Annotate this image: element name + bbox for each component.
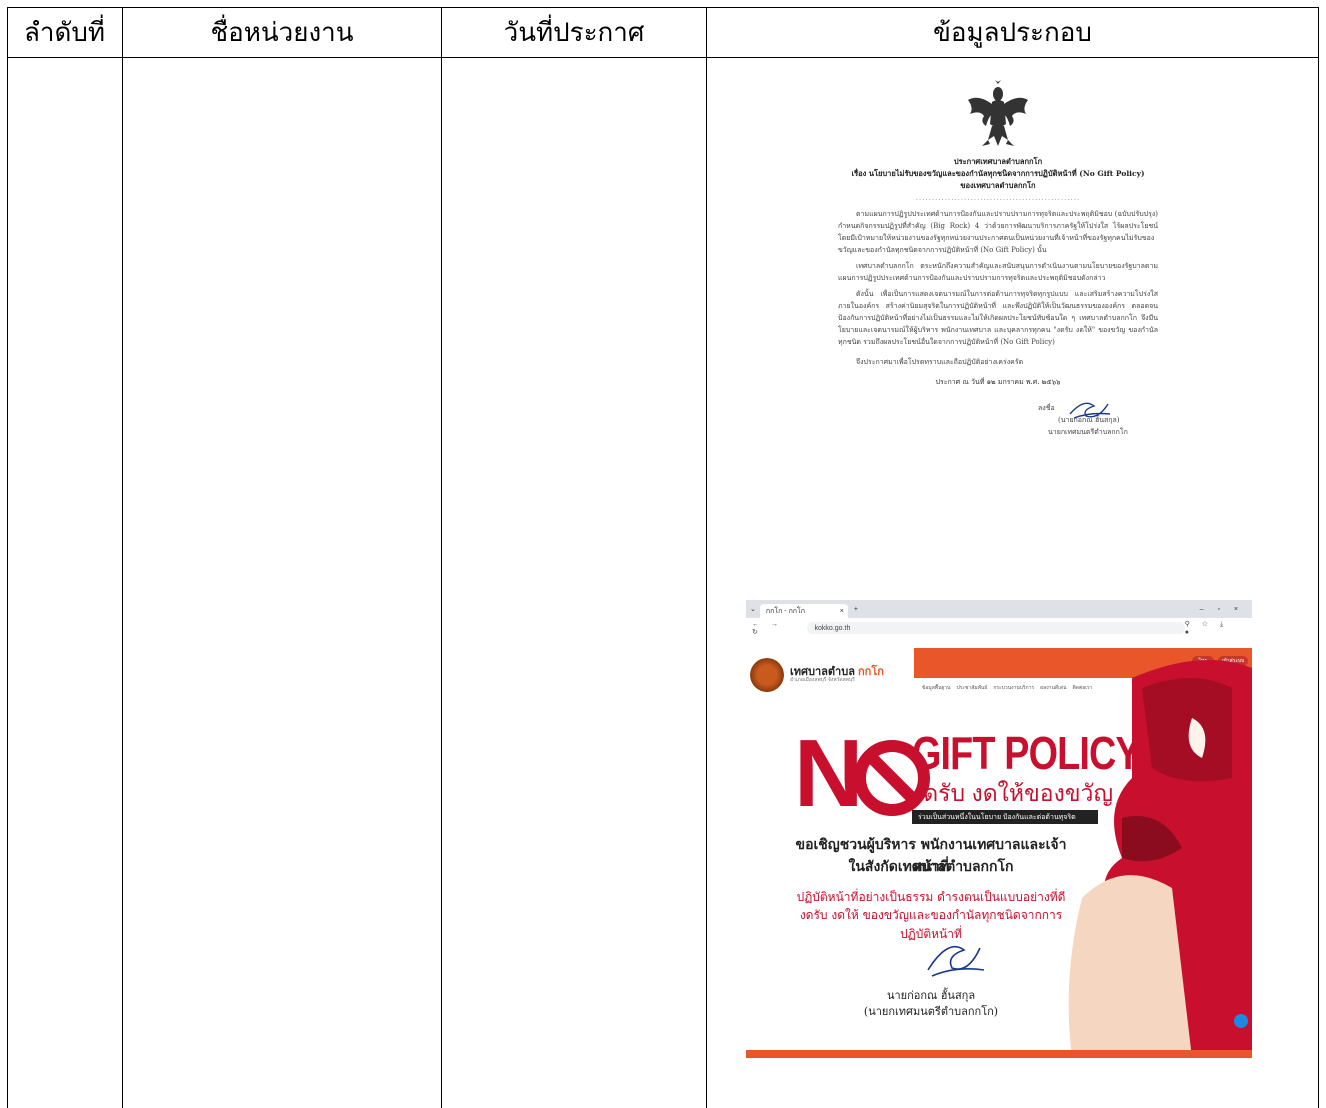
announcement-document: ประกาศเทศบาลตำบลกกโก เรื่อง นโยบายไม่รับ… (838, 80, 1158, 438)
signature-mark-icon (927, 945, 985, 977)
doc-subject-line2: ของเทศบาลตำบลกกโก (960, 181, 1036, 190)
menu-item: กระบวนงานบริการ (993, 685, 1035, 691)
no-letter: N (794, 726, 863, 822)
window-controls-icon: – ▫ × (1199, 605, 1244, 613)
header-date: วันที่ประกาศ (503, 17, 645, 48)
website-screenshot: ⌄ กกโก - กกโก × + – ▫ × ← → ↻ kokko.go.t… (746, 600, 1252, 1058)
tab-menu-icon: ⌄ (750, 606, 756, 613)
invite-line2: ในสังกัดเทศบาลตำบลกกโก (848, 859, 1014, 875)
header-order: ลำดับที่ (23, 17, 106, 48)
address-bar: kokko.go.th (806, 622, 1185, 634)
doc-subject: เรื่อง นโยบายไม่รับของขวัญและของกำนัลทุก… (851, 169, 1145, 178)
doc-paragraph: ดังนั้น เพื่อเป็นการแสดงเจตนารมณ์ในการต่… (838, 290, 1158, 346)
header-agency: ชื่อหน่วยงาน (210, 17, 354, 48)
doc-date: ประกาศ ณ วันที่ ๑๒ มกราคม พ.ศ. ๒๕๖๖ (935, 378, 1061, 386)
table-border (7, 7, 8, 1108)
red-figure-illustration (1068, 660, 1252, 1058)
signature-block: ลงชื่อ (นายก่อกณ ฮั้นสกุล) นายกเทศมนตรีต… (838, 402, 1158, 438)
url-text: kokko.go.th (814, 624, 851, 632)
gift-subheading: งดรับ งดให้ของขวัญ (912, 780, 1114, 806)
nav-arrows-icon: ← → ↻ (752, 620, 783, 636)
signer-position: นายกเทศมนตรีตำบลกกโก (1048, 428, 1128, 436)
site-logo (750, 658, 784, 692)
site-footer-bar (746, 1050, 1252, 1058)
signer-position: (นายกเทศมนตรีตำบลกกโก) (863, 1005, 999, 1018)
browser-toolbar: ← → ↻ kokko.go.th ⚲ ☆ ⤓ ● (746, 618, 1252, 639)
signature-mark-icon (1069, 402, 1111, 419)
table-border (1318, 7, 1319, 1108)
header-divider (7, 57, 1319, 58)
header-info: ข้อมูลประกอบ (933, 17, 1092, 48)
browser-tab: กกโก - กกโก × (759, 604, 848, 618)
black-strip: ร่วมเป็นส่วนหนึ่งในนโยบาย ป้องกันและต่อต… (912, 810, 1098, 824)
close-icon: × (839, 607, 844, 615)
brand-accent: กกโก (858, 666, 884, 678)
garuda-emblem-icon (968, 80, 1028, 146)
no-letter-n: N (794, 720, 863, 827)
doc-title: ประกาศเทศบาลตำบลกกโก (953, 157, 1043, 166)
doc-paragraph: จึงประกาศมาเพื่อโปรดทราบและถือปฏิบัติอย่… (856, 358, 1024, 366)
tab-title: กกโก - กกโก (765, 607, 806, 615)
chat-icon (1234, 1014, 1248, 1028)
menu-item: ข้อมูลพื้นฐาน (922, 685, 951, 691)
website-page: ไทย เข้าสู่ระบบ ข้อมูลพื้นฐาน ประชาสัมพั… (746, 638, 1252, 1058)
brand-subtitle: อำเภอเมืองลพบุรี จังหวัดลพบุรี (790, 677, 855, 683)
menu-item: ประชาสัมพันธ์ (956, 685, 988, 691)
doc-paragraph: เทศบาลตำบลกกโก ตระหนักถึงความสำคัญและสนั… (838, 262, 1158, 282)
toolbar-icons: ⚲ ☆ ⤓ ● (1184, 621, 1229, 636)
column-divider (706, 7, 707, 1108)
column-divider (122, 7, 123, 1108)
doc-separator: ........................................… (915, 194, 1081, 202)
column-divider (441, 7, 442, 1108)
browser-tab-bar: ⌄ กกโก - กกโก × + – ▫ × (746, 600, 1252, 618)
doc-paragraph: ตามแผนการปฏิรูปประเทศด้านการป้องกันและปร… (838, 210, 1158, 254)
gift-policy-heading: GIFT POLICY (912, 727, 1141, 779)
red-line1: ปฏิบัติหน้าที่อย่างเป็นธรรม ดำรงตนเป็นแบ… (796, 890, 1066, 904)
new-tab-icon: + (853, 605, 858, 613)
